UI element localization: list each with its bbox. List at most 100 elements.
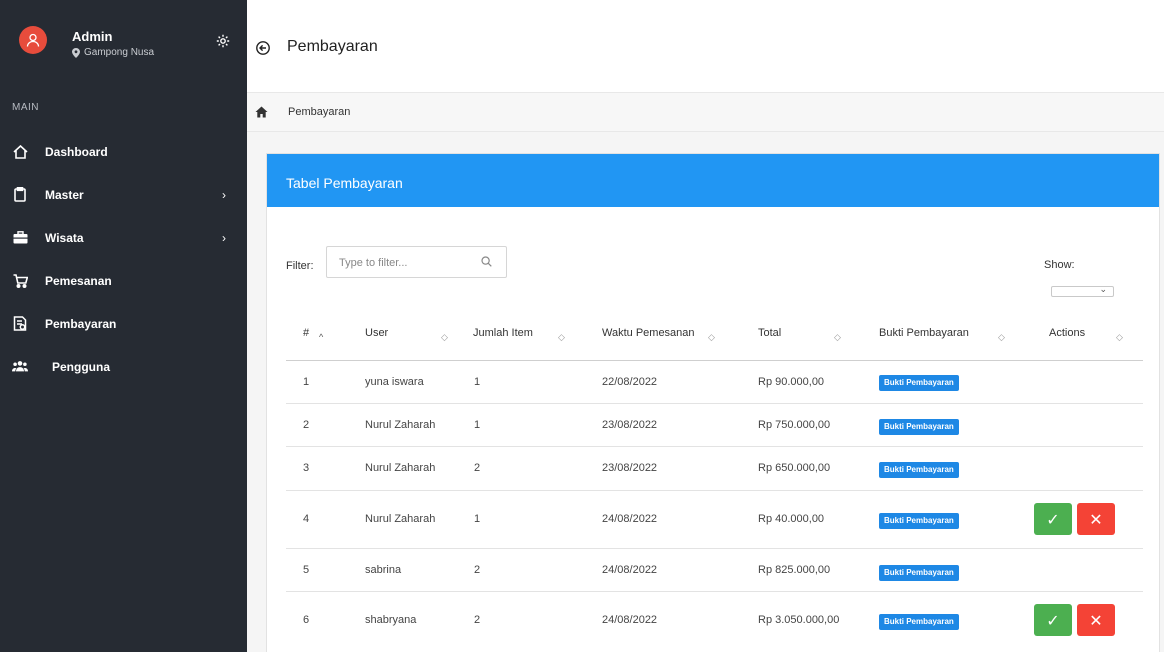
briefcase-icon (13, 231, 27, 244)
sort-icon[interactable]: ◇ (1116, 332, 1123, 343)
profile-name: Admin (72, 29, 113, 44)
column-header-total[interactable]: Total (758, 327, 781, 345)
profile-location-text: Gampong Nusa (84, 47, 155, 58)
gear-icon[interactable] (216, 34, 230, 48)
sidebar-item-pemesanan[interactable]: Pemesanan (0, 259, 247, 302)
cell-jumlah: 2 (474, 614, 481, 626)
sort-icon[interactable]: ◇ (558, 332, 565, 343)
column-header-waktu-pemesanan[interactable]: Waktu Pemesanan (602, 327, 695, 345)
cell-waktu: 24/08/2022 (602, 564, 658, 576)
sidebar-section-label: MAIN (12, 102, 39, 113)
approve-button[interactable]: ✓ (1034, 503, 1072, 535)
cell-number: 5 (303, 564, 310, 576)
cell-number: 6 (303, 614, 310, 626)
breadcrumb: Pembayaran (247, 92, 1164, 132)
column-header-actions[interactable]: Actions (1049, 327, 1085, 345)
bukti-pembayaran-button[interactable]: Bukti Pembayaran (879, 462, 959, 478)
sort-icon[interactable]: ◇ (708, 332, 715, 343)
arrow-left-circle-icon[interactable] (256, 41, 270, 55)
cell-user: yuna iswara (365, 376, 424, 388)
sidebar-item-label: Pemesanan (45, 273, 112, 288)
column-header-user[interactable]: User (365, 327, 388, 345)
cell-total: Rp 650.000,00 (758, 462, 831, 474)
sidebar-item-master[interactable]: Master › (0, 173, 247, 216)
cell-total: Rp 825.000,00 (758, 564, 831, 576)
cell-jumlah: 2 (474, 462, 481, 474)
cell-waktu: 24/08/2022 (602, 614, 658, 626)
bukti-pembayaran-button[interactable]: Bukti Pembayaran (879, 614, 959, 630)
sort-icon[interactable]: ◇ (441, 332, 448, 343)
table-row: 5 sabrina 2 24/08/2022 Rp 825.000,00 Buk… (286, 549, 1143, 592)
cart-icon (13, 273, 28, 288)
user-icon (26, 33, 40, 47)
table-row: 4 Nurul Zaharah 1 24/08/2022 Rp 40.000,0… (286, 491, 1143, 549)
bukti-pembayaran-button[interactable]: Bukti Pembayaran (879, 419, 959, 435)
cell-user: Nurul Zaharah (365, 462, 436, 474)
cell-user: Nurul Zaharah (365, 513, 436, 525)
cell-user: shabryana (365, 614, 417, 626)
approve-button[interactable]: ✓ (1034, 604, 1072, 636)
filter-box (326, 246, 507, 278)
cell-waktu: 22/08/2022 (602, 376, 658, 388)
sidebar: Admin Gampong Nusa MAIN Dashboard Master… (0, 0, 247, 652)
cell-number: 2 (303, 419, 310, 431)
show-label: Show: (1044, 259, 1075, 271)
payment-icon (13, 316, 27, 331)
reject-button[interactable]: ✕ (1077, 604, 1115, 636)
payment-table-card: Tabel Pembayaran Filter: Show: ⌄ # ^ Use… (266, 153, 1160, 652)
column-header-number[interactable]: # (303, 327, 309, 345)
table-row: 6 shabryana 2 24/08/2022 Rp 3.050.000,00… (286, 592, 1143, 650)
sidebar-item-dashboard[interactable]: Dashboard (0, 130, 247, 173)
page-title: Pembayaran (287, 38, 378, 55)
users-icon (12, 361, 28, 372)
column-header-jumlah-item[interactable]: Jumlah Item (473, 327, 533, 345)
page-header: Pembayaran (247, 0, 1164, 92)
sidebar-item-pengguna[interactable]: Pengguna (0, 345, 247, 388)
sidebar-item-label: Dashboard (45, 144, 108, 159)
chevron-right-icon: › (222, 187, 226, 202)
cell-user: Nurul Zaharah (365, 419, 436, 431)
cell-total: Rp 750.000,00 (758, 419, 831, 431)
sidebar-item-label: Master (45, 187, 84, 202)
sort-ascending-icon[interactable]: ^ (319, 332, 323, 342)
show-select[interactable]: ⌄ (1051, 284, 1114, 297)
bukti-pembayaran-button[interactable]: Bukti Pembayaran (879, 375, 959, 391)
sidebar-item-wisata[interactable]: Wisata › (0, 216, 247, 259)
breadcrumb-current: Pembayaran (288, 106, 351, 118)
chevron-down-icon: ⌄ (1099, 284, 1107, 294)
profile-location: Gampong Nusa (72, 47, 154, 58)
filter-label: Filter: (286, 260, 314, 272)
sidebar-item-pembayaran[interactable]: Pembayaran (0, 302, 247, 345)
map-pin-icon (72, 47, 80, 58)
clipboard-icon (14, 187, 26, 202)
card-title: Tabel Pembayaran (286, 175, 403, 191)
sort-icon[interactable]: ◇ (834, 332, 841, 343)
cell-jumlah: 1 (474, 513, 481, 525)
sidebar-item-label: Wisata (45, 230, 84, 245)
home-icon[interactable] (255, 106, 268, 118)
sort-icon[interactable]: ◇ (998, 332, 1005, 343)
bukti-pembayaran-button[interactable]: Bukti Pembayaran (879, 565, 959, 581)
home-icon (12, 144, 28, 159)
table-row: 3 Nurul Zaharah 2 23/08/2022 Rp 650.000,… (286, 447, 1143, 491)
cell-jumlah: 2 (474, 564, 481, 576)
cell-number: 4 (303, 513, 310, 525)
sidebar-item-label: Pengguna (52, 359, 111, 374)
cell-number: 3 (303, 462, 310, 474)
sidebar-nav: Dashboard Master › Wisata › Pemesanan Pe… (0, 130, 247, 388)
filter-input[interactable] (339, 254, 469, 272)
table-row: 2 Nurul Zaharah 1 23/08/2022 Rp 750.000,… (286, 404, 1143, 447)
cell-number: 1 (303, 376, 310, 388)
search-icon[interactable] (481, 256, 492, 267)
cell-waktu: 23/08/2022 (602, 419, 658, 431)
cell-waktu: 24/08/2022 (602, 513, 658, 525)
cell-jumlah: 1 (474, 376, 481, 388)
avatar[interactable] (19, 26, 47, 54)
card-header: Tabel Pembayaran (267, 154, 1159, 207)
cell-user: sabrina (365, 564, 402, 576)
sidebar-item-label: Pembayaran (45, 316, 117, 331)
column-header-bukti-pembayaran[interactable]: Bukti Pembayaran (879, 327, 969, 345)
reject-button[interactable]: ✕ (1077, 503, 1115, 535)
bukti-pembayaran-button[interactable]: Bukti Pembayaran (879, 513, 959, 529)
cell-waktu: 23/08/2022 (602, 462, 658, 474)
